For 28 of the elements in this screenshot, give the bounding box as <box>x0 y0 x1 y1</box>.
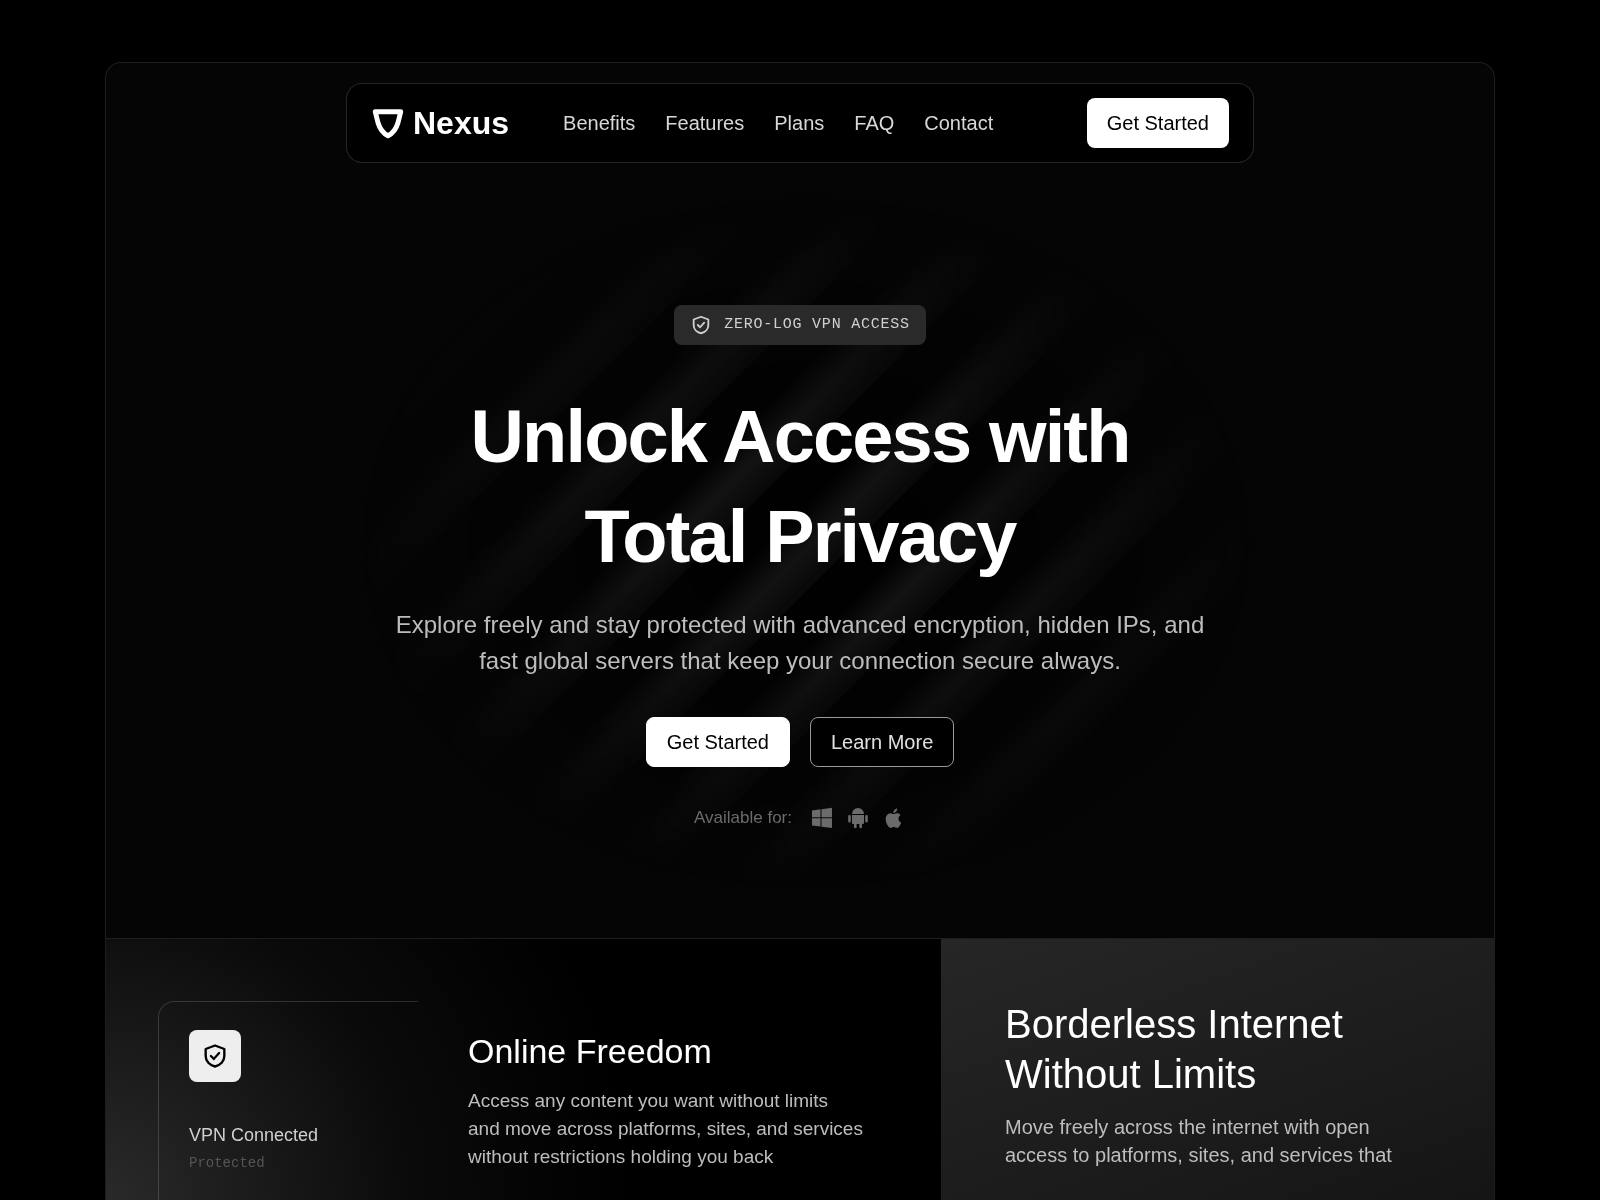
badge-text: ZERO-LOG VPN ACCESS <box>724 314 910 335</box>
learn-more-button[interactable]: Learn More <box>810 717 955 767</box>
feature-text: and move across platforms, sites, and services <box>468 1117 863 1141</box>
feature-text: without restrictions holding you back <box>468 1145 775 1169</box>
status-title: VPN Connected <box>189 1124 320 1147</box>
shield-logo-icon <box>371 106 405 140</box>
windows-icon <box>810 805 834 830</box>
hero-subtitle: Explore freely and stay protected with advanced encryption, hidden IPs, and <box>395 610 1205 640</box>
nav-link[interactable]: Benefits <box>563 108 636 138</box>
status-subtitle: Protected <box>189 1154 266 1173</box>
nav-link[interactable]: Contact <box>924 108 994 138</box>
hero-heading: Unlock Access with <box>470 394 1130 480</box>
get-started-button[interactable]: Get Started <box>1086 98 1229 148</box>
nav-link[interactable]: FAQ <box>854 108 895 138</box>
hero-subtitle: fast global servers that keep your connection secure always. <box>479 646 1121 676</box>
feature-text: Access any content you want without limits <box>468 1089 830 1113</box>
panel-heading: Without Limits <box>1005 1051 1258 1098</box>
android-icon <box>846 805 870 830</box>
panel-heading: Borderless Internet <box>1005 1001 1344 1048</box>
nav-link[interactable]: Features <box>665 108 745 138</box>
panel-text: access to platforms, sites, and services that <box>1005 1143 1393 1168</box>
nav-link[interactable]: Plans <box>774 108 825 138</box>
get-started-button[interactable]: Get Started <box>645 717 790 767</box>
hero-heading: Total Privacy <box>584 494 1016 580</box>
panel-text: Move freely across the internet with open <box>1005 1115 1371 1140</box>
feature-heading: Online Freedom <box>468 1031 713 1071</box>
brand-name: Nexus <box>413 104 510 143</box>
available-label: Available for: <box>694 807 792 829</box>
